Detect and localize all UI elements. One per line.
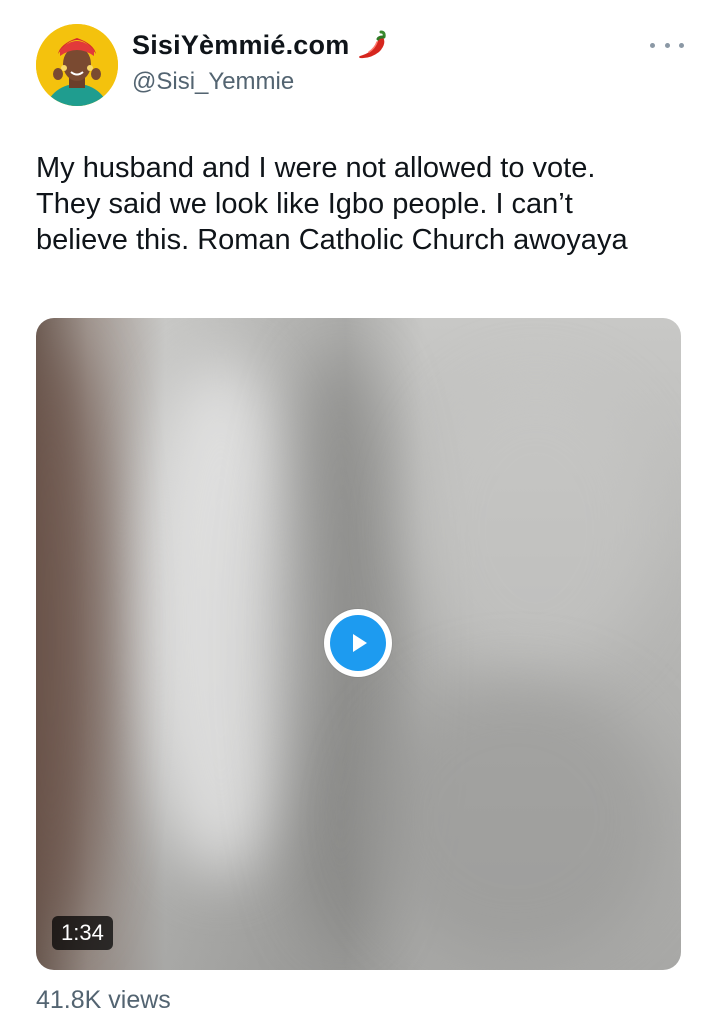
video-duration: 1:34 [52, 916, 113, 950]
tweet-text-line: They said we look like Igbo people. I ca… [36, 188, 573, 220]
more-dot-icon [664, 42, 670, 48]
more-options-button[interactable] [650, 32, 684, 58]
video-thumbnail-blur [366, 678, 666, 958]
profile-photo-icon [36, 24, 118, 106]
tweet-card: SisiYèmmié.com @Sisi_Yemmie My husband a… [0, 0, 716, 1024]
play-button[interactable] [324, 609, 392, 677]
tweet-text: My husband and I were not allowed to vot… [36, 150, 686, 258]
video-thumbnail-blur [36, 338, 106, 938]
view-count: 41.8K views [36, 986, 171, 1014]
avatar[interactable] [36, 24, 118, 106]
author-display-name[interactable]: SisiYèmmié.com [132, 30, 349, 61]
video-player[interactable]: 1:34 [36, 318, 681, 970]
author-handle[interactable]: @Sisi_Yemmie [132, 68, 294, 96]
tweet-text-line: believe this. Roman Catholic Church awoy… [36, 224, 628, 256]
more-dot-icon [650, 42, 655, 48]
video-thumbnail-blur [416, 378, 656, 678]
chili-pepper-icon [355, 28, 389, 62]
more-dot-icon [679, 42, 684, 48]
play-icon [330, 615, 386, 671]
author-name-row[interactable]: SisiYèmmié.com [132, 28, 389, 62]
tweet-text-line: My husband and I were not allowed to vot… [36, 152, 596, 184]
